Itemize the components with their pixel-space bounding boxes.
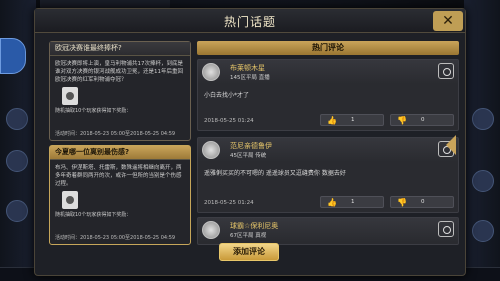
reward-item-icon [62,87,78,105]
hot-topics-dialog: 热门话题 ✕ 欧冠决赛谁最终捧杯? 欧冠决赛即将上演，皇马利物浦共17次捧杯，到… [34,8,466,276]
dislike-count: 0 [421,117,425,123]
comments-title: 热门评论 [197,41,459,55]
dislike-count: 0 [421,199,425,205]
comment-item: 范尼亲德鲁伊 45区平局 传统 遥雅俐买买的不可嗯的 遥遥球员又逗缝费你 数据去… [197,137,459,213]
comment-date: 2018-05-25 01:24 [204,200,254,206]
comment-item: 布莱顿木星 145区平局 直播 小白去找小*才了 2018-05-25 01:2… [197,59,459,131]
topic-card[interactable]: 欧冠决赛谁最终捧杯? 欧冠决赛即将上演，皇马利物浦共17次捧杯，到底是谁对双方决… [49,41,191,141]
avatar[interactable] [202,63,220,81]
topic-card-selected[interactable]: 今夏哪一位离别最伤感? 布冯、伊涅斯塔、托雷斯，数殊遥将相继向离开，两多年奇着群… [49,145,191,245]
reward-item-icon [62,191,78,209]
comment-text: 小白去找小*才了 [204,92,250,99]
dialog-header: 热门话题 ✕ [35,9,465,33]
reply-icon[interactable] [438,221,454,237]
side-icon[interactable] [6,200,28,222]
like-count: 1 [351,117,355,123]
like-count: 1 [351,199,355,205]
close-button[interactable]: ✕ [433,11,463,31]
like-button[interactable]: 👍 1 [320,196,384,208]
comment-text: 遥雅俐买买的不可嗯的 遥遥球员又逗缝费你 数据去好 [204,170,346,177]
thumbs-down-icon: 👎 [397,198,407,207]
topic-reward-text: 随机抽取10个玩家获得如下奖励： [55,212,132,218]
comment-author-level: 45区平局 传统 [230,153,267,159]
comment-author: 范尼亲德鲁伊 [230,142,272,150]
thumbs-up-icon: 👍 [327,116,337,125]
thumbs-up-icon: 👍 [327,198,337,207]
thumbs-down-icon: 👎 [397,116,407,125]
side-icon[interactable] [472,220,494,242]
topic-reward-text: 随机抽取10个玩家获得如下奖励： [55,108,132,114]
dialog-title: 热门话题 [223,15,276,29]
side-icon[interactable] [472,108,494,130]
avatar[interactable] [202,141,220,159]
side-tab-button[interactable] [0,38,26,74]
topic-title: 欧冠决赛谁最终捧杯? [50,42,190,56]
topic-title: 今夏哪一位离别最伤感? [50,146,190,160]
comment-date: 2018-05-25 01:24 [204,118,254,124]
dislike-button[interactable]: 👎 0 [390,114,454,126]
topic-time: 活动时间：2018-05-23 05:00至2018-05-25 04:59 [55,235,176,241]
topic-description: 欧冠决赛即将上演，皇马利物浦共17次捧杯，到底是谁对双方决赛的银河战舰成功卫冕，… [55,61,184,83]
comment-author: 布莱顿木星 [230,64,265,72]
comment-author: 球霸☆保利尼奥 [230,222,279,230]
reply-icon[interactable] [438,63,454,79]
side-icon[interactable] [472,170,494,192]
comment-item: 球霸☆保利尼奥 67区平局 真视 [197,217,459,245]
comments-panel: 热门评论 布莱顿木星 145区平局 直播 小白去找小*才了 2018-05-25… [195,41,461,246]
add-comment-button[interactable]: 添加评论 [219,243,279,261]
dislike-button[interactable]: 👎 0 [390,196,454,208]
avatar[interactable] [202,221,220,239]
side-icon[interactable] [6,108,28,130]
comment-author-level: 145区平局 直播 [230,75,270,81]
topic-description: 布冯、伊涅斯塔、托雷斯，数殊遥将相继向离开，两多年奇着群同两开的次，或许一但所的… [55,165,182,187]
side-icon[interactable] [6,150,28,172]
comment-author-level: 67区平局 真视 [230,233,267,239]
like-button[interactable]: 👍 1 [320,114,384,126]
topic-time: 活动时间：2018-05-23 05:00至2018-05-25 04:59 [55,131,176,137]
